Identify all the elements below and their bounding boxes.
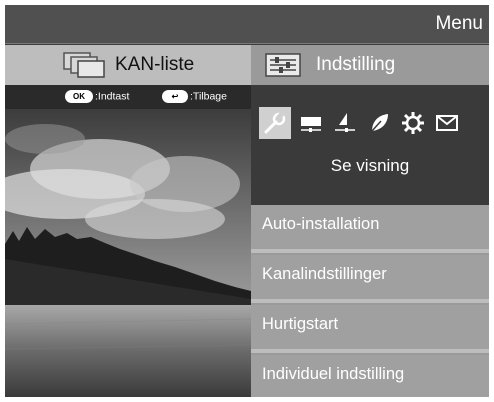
category-eco[interactable] xyxy=(363,107,395,139)
menu-item-label: Auto-installation xyxy=(262,215,380,233)
picture-icon xyxy=(301,117,321,132)
hint-back: ↩:Tilbage xyxy=(162,90,227,103)
menu-item-kanalindstillinger[interactable]: Kanalindstillinger xyxy=(251,255,489,303)
gear-icon xyxy=(402,112,424,134)
category-wrench[interactable] xyxy=(259,107,291,139)
menu-item-individuel-indstilling[interactable]: Individuel indstilling xyxy=(251,355,489,397)
category-audio[interactable] xyxy=(329,107,361,139)
category-messages[interactable] xyxy=(431,107,463,139)
return-button-icon: ↩ xyxy=(162,90,188,103)
channel-list-icon xyxy=(63,52,105,78)
tab-indstilling[interactable]: Indstilling xyxy=(251,45,489,85)
menu-item-hurtigstart[interactable]: Hurtigstart xyxy=(251,305,489,353)
hint-bar: OK:Indtast ↩:Tilbage xyxy=(5,85,251,109)
category-picture[interactable] xyxy=(295,107,327,139)
hint-back-text: :Tilbage xyxy=(190,90,227,103)
tv-preview-image xyxy=(5,109,251,397)
envelope-icon xyxy=(436,115,458,131)
category-setup[interactable] xyxy=(397,107,429,139)
menu-item-auto-installation[interactable]: Auto-installation xyxy=(251,205,489,253)
settings-panel: Se visning Auto-installation Kanalindsti… xyxy=(251,85,489,397)
menu-item-label: Kanalindstillinger xyxy=(262,265,387,283)
settings-sliders-icon xyxy=(265,53,301,77)
settings-category-box: Se visning xyxy=(251,85,489,205)
settings-subtitle: Se visning xyxy=(330,156,410,175)
menu-item-label: Hurtigstart xyxy=(262,315,339,333)
leaf-icon xyxy=(371,114,388,132)
tv-menu-screen: Menu KAN-liste Indstilling OK:Indtast ↩:… xyxy=(5,5,489,397)
ok-button-icon: OK xyxy=(65,90,93,103)
menu-item-label: Individuel indstilling xyxy=(262,365,405,383)
menu-title: Menu xyxy=(435,13,483,34)
hint-ok: OK:Indtast xyxy=(65,90,129,103)
tab-kan-liste-label: KAN-liste xyxy=(115,54,195,75)
tab-indstilling-label: Indstilling xyxy=(316,54,396,75)
tab-kan-liste[interactable]: KAN-liste xyxy=(5,45,251,85)
wrench-icon xyxy=(264,111,286,134)
menu-header: Menu xyxy=(5,5,489,44)
hint-ok-text: :Indtast xyxy=(95,90,130,103)
speaker-icon xyxy=(335,113,355,132)
